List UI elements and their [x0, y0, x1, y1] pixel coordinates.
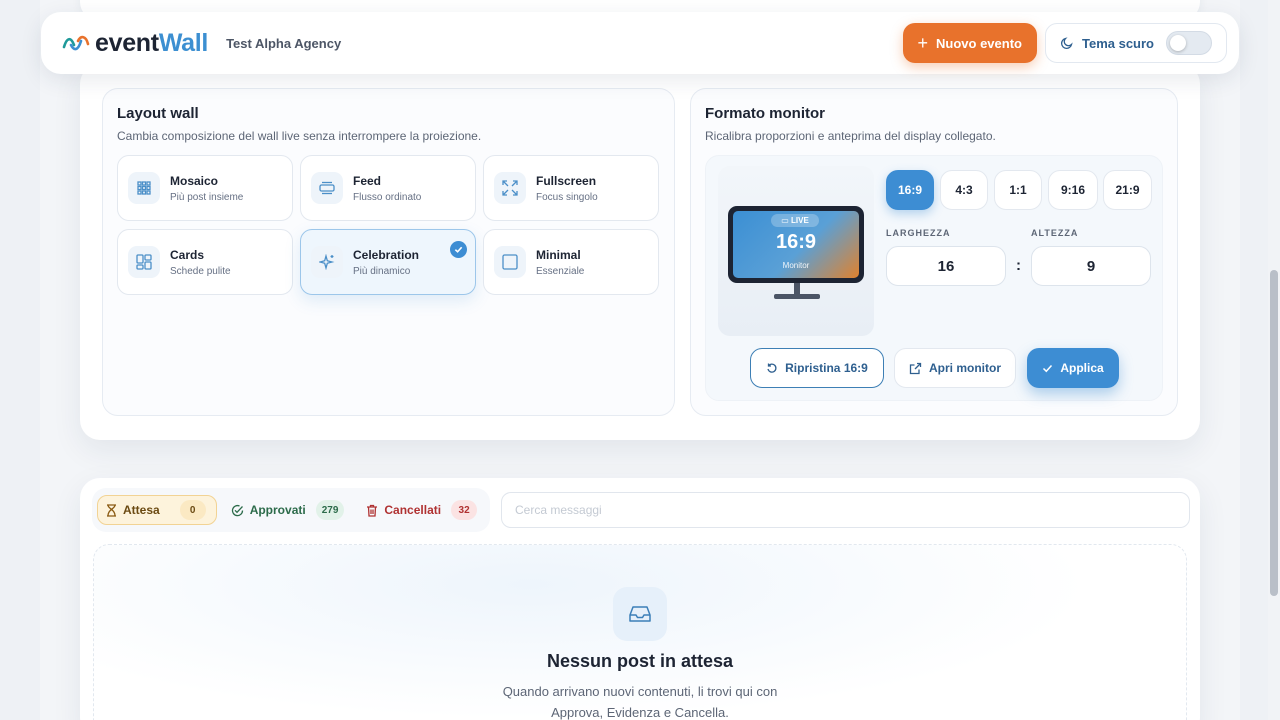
wall-settings-panel: Layout wall Cambia composizione del wall… [80, 64, 1200, 440]
ratio-21-9-button[interactable]: 21:9 [1103, 170, 1152, 210]
option-name: Mosaico [170, 173, 219, 188]
option-desc: Schede pulite [170, 265, 231, 277]
app-header: eventWall Test Alpha Agency + Nuovo even… [41, 12, 1239, 74]
option-desc: Essenziale [536, 265, 585, 277]
option-name: Minimal [536, 247, 581, 262]
dark-theme-control[interactable]: Tema scuro [1044, 23, 1227, 63]
monitor-config: ▭ LIVE 16:9 Monitor 16:9 4:3 1:1 9:16 21… [705, 155, 1163, 401]
logo-text-event: event [95, 28, 159, 57]
option-name: Feed [353, 173, 382, 188]
layout-option-mosaico[interactable]: Mosaico Più post insieme [117, 155, 293, 221]
option-name: Cards [170, 247, 205, 262]
option-name: Celebration [353, 247, 420, 262]
dark-theme-toggle[interactable] [1166, 31, 1212, 55]
external-link-icon [909, 362, 922, 374]
status-filter-bar: Attesa 0 Approvati 279 Cancellati 32 [92, 488, 490, 532]
app-logo[interactable]: eventWall [61, 29, 208, 58]
scrollbar-thumb[interactable] [1270, 270, 1278, 596]
width-label: LARGHEZZA [886, 228, 951, 238]
expand-icon [494, 172, 526, 204]
logo-text-wall: Wall [158, 28, 209, 57]
option-name: Fullscreen [536, 173, 597, 188]
trash-icon [367, 504, 378, 517]
tab-deleted[interactable]: Cancellati 32 [358, 495, 485, 525]
layout-option-cards[interactable]: Cards Schede pulite [117, 229, 293, 295]
monitor-screen: ▭ LIVE 16:9 Monitor [728, 206, 864, 283]
ratio-9-16-button[interactable]: 9:16 [1048, 170, 1098, 210]
inbox-icon [613, 587, 667, 641]
layout-option-celebration[interactable]: Celebration Più dinamico [300, 229, 476, 295]
empty-description: Quando arrivano nuovi contenuti, li trov… [502, 684, 778, 720]
monitor-base [774, 294, 820, 299]
check-icon [1043, 364, 1053, 372]
layout-subtitle: Cambia composizione del wall live senza … [117, 129, 482, 143]
grid-icon [128, 172, 160, 204]
option-desc: Più post insieme [170, 191, 244, 203]
preview-label: Monitor [782, 261, 810, 270]
new-event-button[interactable]: + Nuovo evento [902, 23, 1037, 63]
tab-approved[interactable]: Approvati 279 [223, 495, 353, 525]
layout-option-fullscreen[interactable]: Fullscreen Focus singolo [483, 155, 659, 221]
layout-option-minimal[interactable]: Minimal Essenziale [483, 229, 659, 295]
check-circle-icon [231, 504, 243, 516]
agency-name: Test Alpha Agency [226, 35, 342, 51]
layout-title: Layout wall [117, 105, 199, 122]
plus-icon: + [917, 33, 929, 53]
height-label: ALTEZZA [1031, 228, 1079, 238]
feed-icon [311, 172, 343, 204]
empty-title: Nessun post in attesa [546, 651, 734, 671]
open-monitor-button[interactable]: Apri monitor [894, 348, 1016, 388]
live-badge: ▭ LIVE [771, 214, 819, 227]
moon-icon [1060, 37, 1073, 50]
tv-icon: ▭ [781, 216, 789, 225]
cards-icon [128, 246, 160, 278]
ratio-separator: : [1016, 257, 1021, 274]
reset-icon [767, 363, 777, 373]
monitor-format-card: Formato monitor Ricalibra proporzioni e … [690, 88, 1178, 416]
approved-count: 279 [315, 500, 345, 520]
option-desc: Flusso ordinato [353, 191, 422, 203]
deleted-count: 32 [451, 500, 478, 520]
ratio-1-1-button[interactable]: 1:1 [994, 170, 1042, 210]
moderation-panel: Attesa 0 Approvati 279 Cancellati 32 Cer… [80, 478, 1200, 720]
toggle-knob [1170, 35, 1186, 51]
check-icon [450, 241, 467, 258]
empty-state: Nessun post in attesa Quando arrivano nu… [93, 544, 1187, 720]
width-input[interactable]: 16 [886, 246, 1006, 286]
wave-logo-icon [62, 35, 90, 51]
search-messages-input[interactable]: Cerca messaggi [501, 492, 1190, 528]
reset-ratio-button[interactable]: Ripristina 16:9 [750, 348, 884, 388]
monitor-preview: ▭ LIVE 16:9 Monitor [718, 166, 874, 336]
tab-pending[interactable]: Attesa 0 [97, 495, 217, 525]
hourglass-icon [107, 503, 116, 517]
ratio-16-9-button[interactable]: 16:9 [886, 170, 934, 210]
sparkle-icon [311, 246, 343, 278]
ratio-4-3-button[interactable]: 4:3 [940, 170, 988, 210]
scrollbar-track[interactable] [1268, 0, 1280, 720]
apply-button[interactable]: Applica [1027, 348, 1119, 388]
monitor-title: Formato monitor [705, 105, 825, 122]
monitor-subtitle: Ricalibra proporzioni e anteprima del di… [705, 129, 996, 143]
option-desc: Più dinamico [353, 265, 411, 277]
dark-theme-label: Tema scuro [1081, 35, 1154, 51]
height-input[interactable]: 9 [1031, 246, 1151, 286]
square-icon [494, 246, 526, 278]
layout-option-feed[interactable]: Feed Flusso ordinato [300, 155, 476, 221]
option-desc: Focus singolo [536, 191, 598, 203]
pending-count: 0 [179, 500, 206, 520]
preview-ratio: 16:9 [775, 231, 817, 253]
layout-wall-card: Layout wall Cambia composizione del wall… [102, 88, 675, 416]
